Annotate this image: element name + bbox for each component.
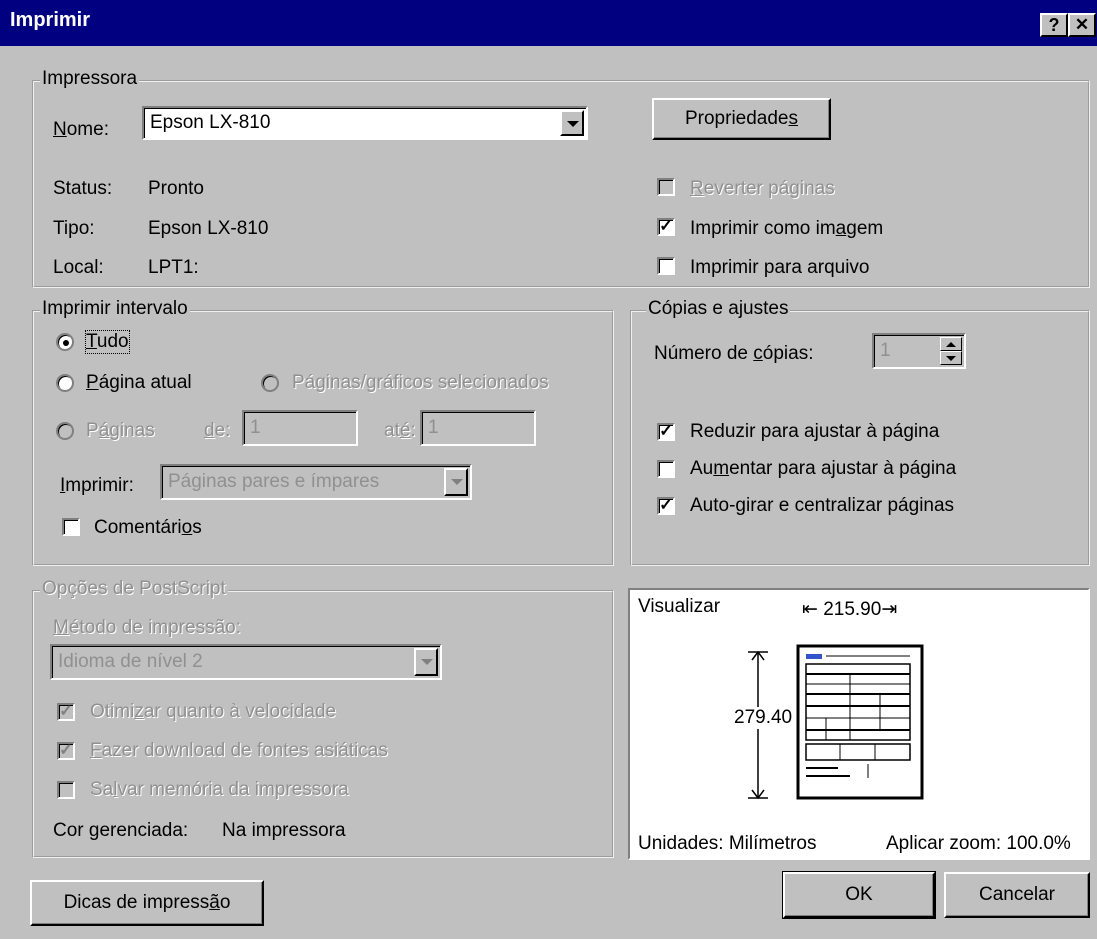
autorotate-checkbox[interactable]: ✓	[657, 497, 675, 515]
preview-zoom: Aplicar zoom: 100.0%	[886, 833, 1071, 854]
print-subset-dropdown[interactable]: Páginas pares e ímpares	[160, 464, 472, 500]
chevron-down-icon[interactable]	[414, 648, 438, 676]
comments-checkbox[interactable]	[62, 518, 80, 536]
optimize-speed-checkbox[interactable]: ✓	[57, 703, 75, 721]
preview-height: 279.40	[734, 707, 793, 729]
chevron-down-icon[interactable]	[560, 110, 584, 136]
chevron-down-icon[interactable]	[444, 468, 468, 496]
color-managed-value: Na impressora	[222, 820, 346, 841]
print-subset-label: Imprimir:	[60, 475, 134, 496]
print-to-file-checkbox[interactable]	[657, 257, 675, 275]
preview-width: ⇤ 215.90⇥	[802, 599, 898, 620]
print-subset-value: Páginas pares e ímpares	[168, 471, 380, 492]
optimize-speed-label: Otimizar quanto à velocidade	[90, 701, 337, 722]
enlarge-to-fit-checkbox[interactable]	[657, 460, 675, 478]
spin-up-icon[interactable]	[940, 337, 962, 351]
printer-group-label: Impressora	[40, 68, 140, 90]
title-bar	[0, 0, 1097, 46]
copies-spinner[interactable]	[940, 337, 962, 365]
window-title: Imprimir	[10, 9, 91, 31]
range-pages-radio[interactable]	[56, 422, 74, 440]
type-value: Epson LX-810	[148, 218, 269, 239]
print-as-image-checkbox[interactable]: ✓	[657, 218, 675, 236]
shrink-to-fit-checkbox[interactable]: ✓	[657, 423, 675, 441]
enlarge-to-fit-label: Aumentar para ajustar à página	[690, 458, 957, 479]
reverse-pages-label: Reverter páginas	[690, 178, 835, 199]
range-current-radio[interactable]	[56, 374, 74, 392]
postscript-group-label: Opções de PostScript	[40, 578, 228, 600]
comments-label: Comentários	[94, 517, 202, 538]
preview-units: Unidades: Milímetros	[638, 833, 817, 854]
print-as-image-label: Imprimir como imagem	[690, 218, 884, 239]
range-current-label: Página atual	[86, 372, 192, 393]
print-method-label: Método de impressão:	[53, 617, 241, 638]
save-memory-checkbox[interactable]	[57, 781, 75, 799]
print-tips-button[interactable]: Dicas de impressão	[30, 880, 264, 926]
type-label: Tipo:	[53, 218, 95, 239]
status-label: Status:	[53, 178, 113, 199]
range-selected-label: Páginas/gráficos selecionados	[292, 372, 549, 393]
to-label: até:	[384, 420, 416, 441]
status-value: Pronto	[148, 178, 204, 199]
from-input[interactable]: 1	[242, 410, 358, 446]
color-managed-label: Cor gerenciada:	[53, 820, 189, 841]
reverse-pages-checkbox[interactable]	[657, 178, 675, 196]
download-fonts-label: Fazer download de fontes asiáticas	[90, 740, 388, 761]
help-button[interactable]: ?	[1040, 13, 1068, 37]
print-method-dropdown[interactable]: Idioma de nível 2	[50, 644, 442, 680]
location-label: Local:	[53, 257, 104, 278]
printer-name-label: Nome:	[53, 119, 109, 140]
cancel-button[interactable]: Cancelar	[944, 872, 1090, 918]
preview-width-value: 215.90	[823, 599, 882, 620]
print-method-value: Idioma de nível 2	[58, 651, 203, 672]
print-range-group-label: Imprimir intervalo	[40, 298, 190, 320]
save-memory-label: Salvar memória da impressora	[90, 779, 349, 800]
to-input[interactable]: 1	[420, 410, 536, 446]
shrink-to-fit-label: Reduzir para ajustar à página	[690, 421, 940, 442]
copies-count-label: Número de cópias:	[654, 343, 814, 364]
properties-button[interactable]: Proprieda­des	[652, 98, 831, 140]
printer-name-dropdown[interactable]: Epson LX-810	[142, 106, 588, 140]
location-value: LPT1:	[148, 257, 199, 278]
printer-name-value: Epson LX-810	[150, 112, 271, 133]
preview-label: Visualizar	[638, 596, 721, 617]
copies-group-label: Cópias e ajustes	[646, 298, 791, 320]
copies-count-value: 1	[880, 340, 891, 361]
range-all-radio[interactable]	[56, 333, 74, 351]
spin-down-icon[interactable]	[940, 351, 962, 365]
range-selected-radio[interactable]	[261, 374, 279, 392]
preview-panel: Visualizar ⇤ 215.90⇥ 279.40 Unidades: Mi…	[628, 588, 1090, 860]
from-label: de:	[204, 420, 231, 441]
ok-button[interactable]: OK	[782, 871, 936, 919]
copies-count-input[interactable]: 1	[872, 333, 966, 369]
download-fonts-checkbox[interactable]: ✓	[57, 742, 75, 760]
close-button[interactable]: ✕	[1068, 13, 1096, 37]
range-all-label: Tudo	[85, 330, 130, 354]
print-to-file-label: Imprimir para arquivo	[690, 257, 870, 278]
autorotate-label: Auto-girar e centralizar páginas	[690, 495, 955, 516]
range-pages-label: Páginas	[86, 420, 155, 441]
